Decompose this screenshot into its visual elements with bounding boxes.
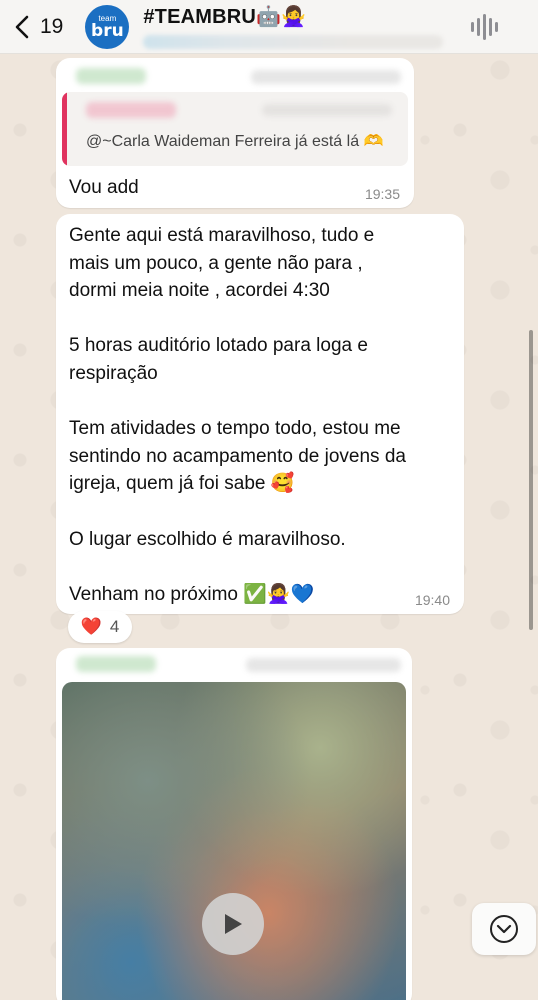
audio-wave-icon[interactable] <box>471 12 498 42</box>
message-text: Vou add <box>69 177 139 198</box>
scroll-to-bottom-button[interactable] <box>472 903 536 955</box>
reaction-count: 4 <box>109 617 120 636</box>
message-line <box>69 553 406 581</box>
chevron-left-icon <box>15 15 29 38</box>
sender-phone-redacted <box>246 658 401 672</box>
quoted-phone-redacted <box>262 104 392 116</box>
heart-icon: ❤️ <box>80 617 102 636</box>
reaction-pill[interactable]: ❤️ 4 <box>68 611 132 643</box>
sender-name-redacted <box>76 68 146 84</box>
chat-title: #TEAMBRU🤖🙅‍♀️ <box>143 6 307 28</box>
quoted-sender-redacted <box>86 102 176 118</box>
message-line: 5 horas auditório lotado para loga e <box>69 335 368 357</box>
message-line <box>69 305 406 333</box>
chat-header: 19 team bru #TEAMBRU🤖🙅‍♀️ <box>0 0 538 54</box>
message-time: 19:40 <box>414 592 450 608</box>
chat-subtitle-redacted <box>143 35 444 49</box>
chevron-down-circle-icon <box>490 915 518 943</box>
message-bubble[interactable]: @~Carla Waideman Ferreira já está lá 🫶 V… <box>56 58 414 208</box>
play-icon <box>225 914 242 934</box>
message-line: Tem atividades o tempo todo, estou me <box>69 418 401 440</box>
back-button[interactable]: 19 <box>14 0 63 54</box>
message-body: Gente aqui está maravilhoso, tudo e mais… <box>69 222 406 608</box>
message-line: dormi meia noite , acordei 4:30 <box>69 280 330 302</box>
message-line: Venham no próximo ✅🙅‍♀️💙 <box>69 583 315 605</box>
quoted-message[interactable]: @~Carla Waideman Ferreira já está lá 🫶 <box>62 92 408 166</box>
message-bubble[interactable]: Gente aqui está maravilhoso, tudo e mais… <box>56 214 464 614</box>
message-line: Gente aqui está maravilhoso, tudo e <box>69 225 375 246</box>
unread-count: 19 <box>40 14 64 38</box>
message-line <box>69 388 406 416</box>
chat-title-area[interactable]: #TEAMBRU🤖🙅‍♀️ <box>143 4 471 49</box>
message-line: mais um pouco, a gente não para , <box>69 252 363 274</box>
avatar-main-text: bru <box>91 21 124 41</box>
message-line <box>69 498 406 526</box>
play-button[interactable] <box>202 893 264 955</box>
quoted-text: @~Carla Waideman Ferreira já está lá 🫶 <box>86 133 384 150</box>
message-line: sentindo no acampamento de jovens da <box>69 445 406 467</box>
scrollbar[interactable] <box>529 330 533 630</box>
message-line: igreja, quem já foi sabe 🥰 <box>69 473 295 495</box>
message-time: 19:35 <box>364 186 400 202</box>
message-line: respiração <box>69 362 158 384</box>
sender-name-redacted <box>76 656 156 672</box>
group-avatar[interactable]: team bru <box>85 4 130 49</box>
message-line: O lugar escolhido é maravilhoso. <box>69 528 346 550</box>
sender-phone-redacted <box>251 70 401 84</box>
